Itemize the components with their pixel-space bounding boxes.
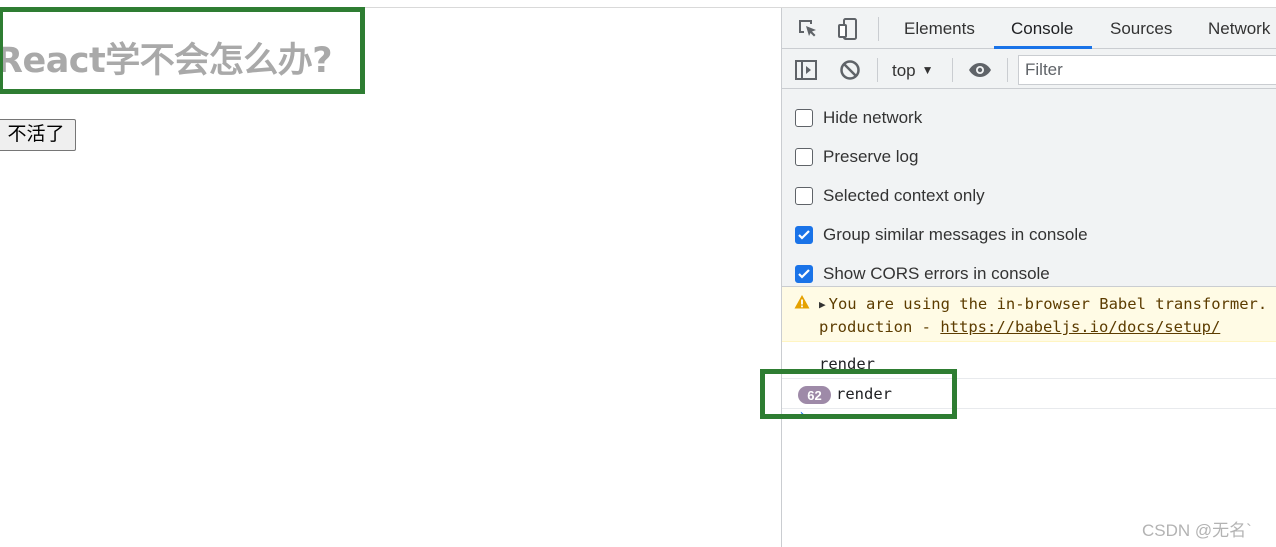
preserve-log-checkbox[interactable] — [795, 148, 813, 166]
inspect-element-icon[interactable] — [796, 17, 820, 41]
tab-console[interactable]: Console — [1011, 8, 1073, 49]
warning-text[interactable]: ▶ You are using the in-browser Babel tran… — [819, 293, 1267, 338]
live-expression-eye-icon[interactable] — [968, 58, 992, 82]
setting-label: Group similar messages in console — [823, 225, 1088, 244]
context-selector[interactable]: top ▼ — [892, 57, 934, 84]
devtools-tabbar: Elements Console Sources Network — [782, 8, 1276, 49]
warning-line2-prefix: production - — [819, 318, 941, 336]
setting-label: Preserve log — [823, 147, 919, 166]
filter-input[interactable]: Filter — [1018, 55, 1276, 85]
console-settings-panel: Hide network Preserve log Selected conte… — [782, 89, 1276, 287]
device-toolbar-icon[interactable] — [836, 17, 860, 41]
toolbar-divider — [877, 58, 878, 82]
toolbar-divider — [1007, 58, 1008, 82]
clear-console-icon[interactable] — [838, 58, 862, 82]
expand-triangle-icon[interactable]: ▶ — [819, 298, 826, 311]
checkmark-icon — [798, 269, 810, 279]
sidebar-toggle-icon[interactable] — [794, 58, 818, 82]
group-similar-checkbox[interactable] — [795, 226, 813, 244]
context-value: top — [892, 61, 916, 80]
warning-line1: You are using the in-browser Babel trans… — [828, 295, 1268, 313]
toolbar-divider — [952, 58, 953, 82]
tabbar-divider — [878, 17, 879, 41]
checkmark-icon — [798, 230, 810, 240]
setting-label: Selected context only — [823, 186, 985, 205]
setting-label: Show CORS errors in console — [823, 264, 1050, 283]
devtools-panel: Elements Console Sources Network top ▼ Fi… — [781, 8, 1276, 547]
babel-setup-link[interactable]: https://babeljs.io/docs/setup/ — [940, 318, 1220, 336]
console-warning-message: ▶ You are using the in-browser Babel tran… — [782, 287, 1276, 342]
heading-highlight-box — [0, 7, 365, 94]
selected-context-checkbox[interactable] — [795, 187, 813, 205]
hide-network-checkbox[interactable] — [795, 109, 813, 127]
tab-sources[interactable]: Sources — [1110, 8, 1172, 49]
setting-label: Hide network — [823, 108, 923, 127]
watermark: CSDN @无名` — [1142, 521, 1252, 540]
cors-errors-checkbox[interactable] — [795, 265, 813, 283]
console-toolbar: top ▼ Filter — [782, 49, 1276, 89]
warning-icon — [794, 294, 810, 314]
tab-elements[interactable]: Elements — [904, 8, 975, 49]
badge-highlight-box — [760, 369, 957, 419]
dropdown-arrow-icon: ▼ — [921, 63, 934, 77]
tab-network[interactable]: Network — [1208, 8, 1270, 49]
give-up-button[interactable]: 不活了 — [0, 119, 76, 151]
